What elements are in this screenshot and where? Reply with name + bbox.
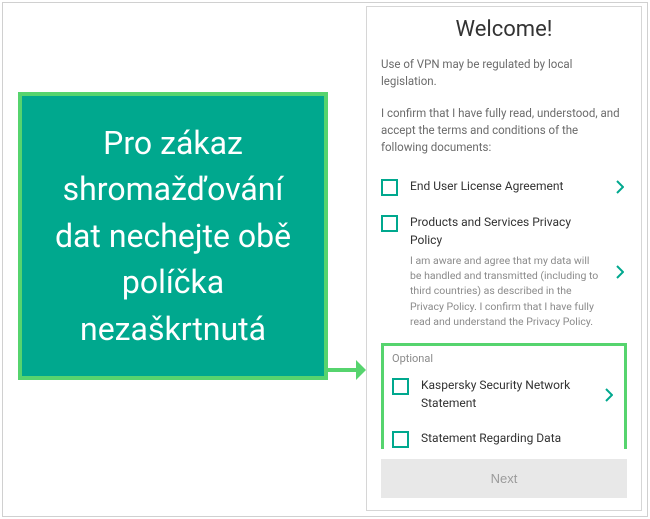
doc-label-wrap: Kaspersky Security Network Statement (421, 377, 590, 412)
optional-heading: Optional (392, 352, 616, 365)
checkbox-eula[interactable] (381, 179, 398, 196)
screen-body: Welcome! Use of VPN may be regulated by … (367, 7, 641, 449)
doc-sublabel: I am aware and agree that my data will b… (410, 253, 601, 329)
doc-label-wrap: Statement Regarding Data Processing for … (421, 430, 590, 449)
instruction-text: Pro zákaz shromažďování dat nechejte obě… (38, 120, 308, 352)
doc-row-eula[interactable]: End User License Agreement (381, 170, 627, 204)
doc-row-marketing[interactable]: Statement Regarding Data Processing for … (392, 422, 616, 449)
doc-label-wrap: End User License Agreement (410, 178, 601, 195)
checkbox-privacy[interactable] (381, 215, 398, 232)
optional-section: Optional Kaspersky Security Network Stat… (381, 343, 627, 449)
doc-row-ksn[interactable]: Kaspersky Security Network Statement (392, 369, 616, 420)
doc-label: Statement Regarding Data Processing for … (421, 430, 590, 449)
chevron-right-icon[interactable] (602, 388, 616, 402)
chevron-right-icon[interactable] (613, 265, 627, 279)
doc-label: Kaspersky Security Network Statement (421, 377, 590, 412)
doc-label: Products and Services Privacy Policy (410, 214, 601, 249)
doc-label: End User License Agreement (410, 178, 601, 195)
doc-row-privacy[interactable]: Products and Services Privacy Policy I a… (381, 206, 627, 337)
checkbox-ksn[interactable] (392, 378, 409, 395)
app-screen: Welcome! Use of VPN may be regulated by … (366, 6, 642, 511)
doc-label-wrap: Products and Services Privacy Policy I a… (410, 214, 601, 329)
chevron-right-icon[interactable] (613, 180, 627, 194)
page-title: Welcome! (381, 17, 627, 42)
checkbox-marketing[interactable] (392, 431, 409, 448)
arrow-icon (328, 358, 366, 382)
instruction-callout: Pro zákaz shromažďování dat nechejte obě… (18, 92, 328, 380)
next-button[interactable]: Next (381, 459, 627, 498)
intro-text-1: Use of VPN may be regulated by local leg… (381, 56, 627, 91)
intro-text-2: I confirm that I have fully read, unders… (381, 105, 627, 157)
